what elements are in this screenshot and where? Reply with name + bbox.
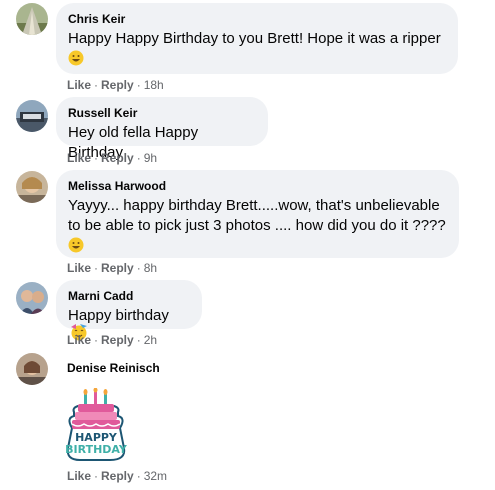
avatar-image [16, 3, 48, 35]
timestamp[interactable]: 9h [144, 151, 157, 165]
like-link[interactable]: Like [67, 261, 91, 275]
like-link[interactable]: Like [67, 78, 91, 92]
separator: · [136, 333, 141, 347]
avatar-image [16, 353, 48, 385]
comment-bubble: Russell Keir Hey old fella Happy Birthda… [56, 97, 268, 161]
separator: · [136, 261, 141, 275]
birthday-cake-sticker: HAPPY BIRTHDAY [60, 387, 132, 467]
comment-text-line-1: Yayyy... happy birthday Brett.....wow, t… [68, 197, 440, 214]
author-name[interactable]: Chris Keir [68, 11, 446, 27]
comment-actions: Like · Reply · 18h [67, 77, 164, 93]
author-name[interactable]: Russell Keir [68, 105, 256, 121]
like-link[interactable]: Like [67, 333, 91, 347]
reply-link[interactable]: Reply [101, 469, 134, 483]
timestamp[interactable]: 2h [144, 333, 157, 347]
like-link[interactable]: Like [67, 469, 91, 483]
like-link[interactable]: Like [67, 151, 91, 165]
comment-bubble: Chris Keir Happy Happy Birthday to you B… [56, 3, 458, 74]
separator: · [136, 78, 141, 92]
avatar[interactable] [16, 282, 48, 314]
separator: · [94, 78, 99, 92]
comment-actions: Like · Reply · 8h [67, 260, 157, 276]
comment-bubble: Melissa Harwood Yayyy... happy birthday … [56, 170, 459, 258]
grinning-face-icon [68, 237, 84, 258]
sticker-text-birthday: BIRTHDAY [65, 443, 127, 456]
separator: · [94, 261, 99, 275]
avatar[interactable] [16, 353, 48, 385]
separator: · [94, 333, 99, 347]
separator: · [94, 469, 99, 483]
comment-actions: Like · Reply · 32m [67, 468, 167, 484]
timestamp[interactable]: 18h [144, 78, 164, 92]
author-name[interactable]: Denise Reinisch [67, 360, 160, 376]
author-name[interactable]: Marni Cadd [68, 288, 190, 304]
separator: · [136, 151, 141, 165]
avatar-image [16, 171, 48, 203]
avatar[interactable] [16, 100, 48, 132]
reply-link[interactable]: Reply [101, 333, 134, 347]
avatar-image [16, 100, 48, 132]
reply-link[interactable]: Reply [101, 151, 134, 165]
avatar[interactable] [16, 3, 48, 35]
comment-text-content: Happy birthday [68, 307, 169, 324]
author-name[interactable]: Melissa Harwood [68, 178, 447, 194]
reply-link[interactable]: Reply [101, 78, 134, 92]
comment-text-line-2: to be able to pick just 3 photos .... ho… [68, 217, 446, 234]
timestamp[interactable]: 32m [144, 469, 167, 483]
comment-actions: Like · Reply · 9h [67, 150, 157, 166]
grinning-face-icon [68, 50, 84, 71]
comment-bubble: Marni Cadd Happy birthday [56, 280, 202, 341]
comment-text: Happy Happy Birthday to you Brett! Hope … [68, 30, 441, 47]
avatar[interactable] [16, 171, 48, 203]
timestamp[interactable]: 8h [144, 261, 157, 275]
separator: · [94, 151, 99, 165]
separator: · [136, 469, 141, 483]
comment-actions: Like · Reply · 2h [67, 332, 157, 348]
reply-link[interactable]: Reply [101, 261, 134, 275]
avatar-image [16, 282, 48, 314]
